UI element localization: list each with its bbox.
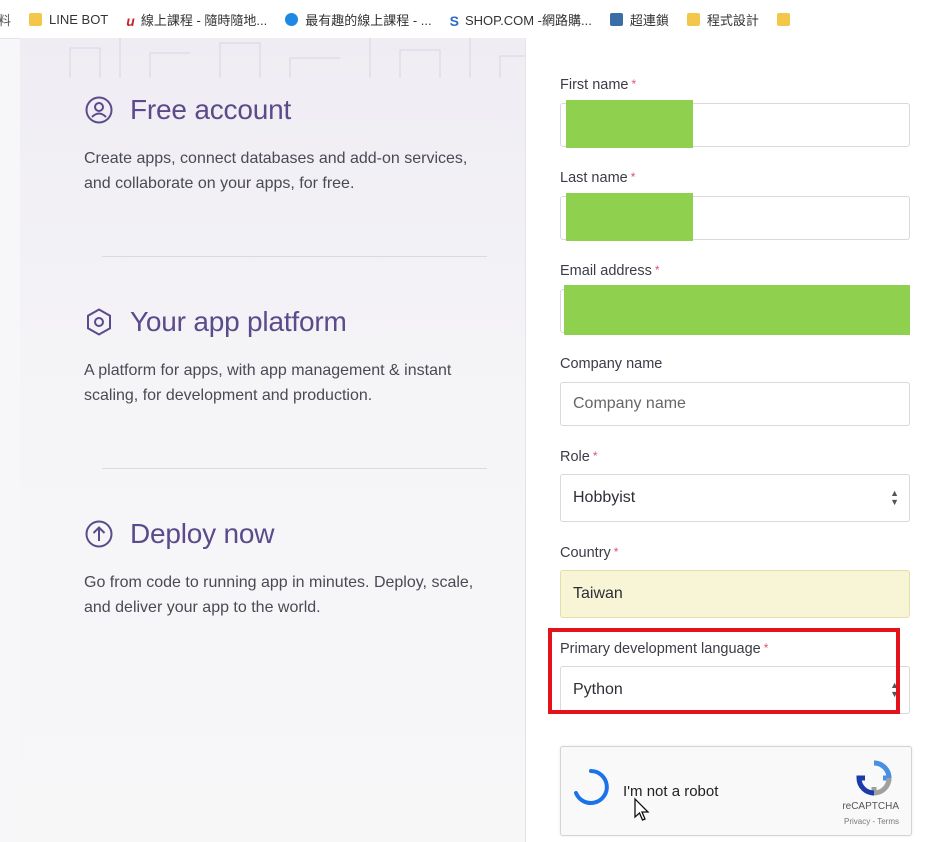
- hexagon-icon: [87, 308, 111, 336]
- promo-description: Go from code to running app in minutes. …: [84, 574, 474, 616]
- promo-title: Free account: [130, 94, 292, 125]
- highlight-box: [548, 628, 900, 714]
- role-label: Role *: [560, 449, 598, 465]
- required-mark: *: [631, 77, 637, 91]
- recaptcha-brand: reCAPTCHA: [842, 801, 899, 812]
- folder-icon: [686, 12, 700, 26]
- select-arrows-icon: ▲ ▼: [890, 488, 899, 507]
- mouse-cursor-icon: [634, 797, 650, 821]
- promo-app-platform: Your app platform A platform for apps, w…: [84, 306, 484, 408]
- bookmarks-bar: 料 LINE BOT u 線上課程 - 隨時隨地... 最有趣的線上課程 - .…: [0, 0, 933, 39]
- first-name-label: First name *: [560, 77, 637, 93]
- background-pattern: [69, 38, 530, 78]
- recaptcha-terms-link[interactable]: Privacy - Terms: [844, 817, 899, 826]
- signup-form: First name * Last name * Email address * Co…: [525, 38, 933, 842]
- required-mark: *: [630, 170, 636, 184]
- bookmark-shop[interactable]: S SHOP.COM -網路購...: [450, 10, 592, 29]
- recaptcha-logo-icon: [856, 760, 892, 796]
- bookmark-programming[interactable]: 程式設計: [686, 10, 759, 29]
- upload-circle-icon: [85, 520, 113, 548]
- promo-title: Deploy now: [130, 518, 275, 549]
- recaptcha-spinner-icon: [574, 769, 609, 805]
- folder-icon: [29, 12, 43, 26]
- bookmark-line-bot[interactable]: LINE BOT: [29, 12, 108, 27]
- country-label: Country *: [560, 545, 619, 561]
- shop-icon: S: [449, 12, 459, 29]
- company-name-label: Company name: [560, 356, 663, 372]
- last-name-label: Last name *: [560, 170, 636, 186]
- redaction-block: [564, 285, 910, 335]
- redaction-block: [566, 100, 693, 148]
- bookmark-more[interactable]: [776, 12, 797, 26]
- browser-frame: 料 LINE BOT u 線上課程 - 隨時隨地... 最有趣的線上課程 - .…: [0, 0, 933, 842]
- promo-title: Your app platform: [130, 306, 347, 337]
- app-icon: [609, 12, 623, 26]
- country-select[interactable]: Taiwan: [560, 570, 910, 618]
- bookmark-udemy[interactable]: u 線上課程 - 隨時隨地...: [126, 10, 267, 29]
- udemy-icon: u: [126, 12, 135, 29]
- company-name-input[interactable]: [560, 382, 910, 426]
- email-label: Email address *: [560, 263, 660, 279]
- bookmark-app[interactable]: 超連鎖: [609, 10, 669, 29]
- bookmark-courses[interactable]: 最有趣的線上課程 - ...: [285, 10, 432, 29]
- recaptcha-widget[interactable]: I'm not a robot reCAPTCHA Privacy - Term…: [560, 746, 912, 836]
- divider: [102, 468, 487, 469]
- divider: [102, 256, 487, 257]
- redaction-block: [566, 193, 693, 241]
- promo-deploy-now: Deploy now Go from code to running app i…: [84, 518, 484, 620]
- user-circle-icon: [85, 96, 113, 124]
- role-select[interactable]: Hobbyist ▲ ▼: [560, 474, 910, 522]
- required-mark: *: [613, 545, 619, 559]
- graduation-cap-icon: [285, 12, 299, 26]
- required-mark: *: [654, 263, 660, 277]
- bookmark-partial[interactable]: 料: [0, 10, 11, 29]
- promo-description: Create apps, connect databases and add-o…: [84, 150, 468, 192]
- promo-description: A platform for apps, with app management…: [84, 362, 452, 404]
- promo-panel: Free account Create apps, connect databa…: [20, 38, 530, 842]
- promo-free-account: Free account Create apps, connect databa…: [84, 94, 484, 196]
- required-mark: *: [592, 449, 598, 463]
- folder-icon: [776, 12, 790, 26]
